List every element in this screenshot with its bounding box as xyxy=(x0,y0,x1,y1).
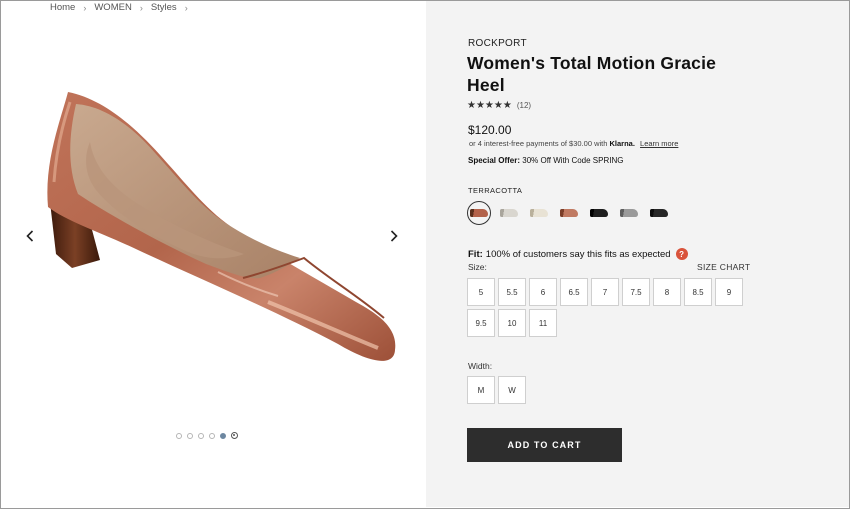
breadcrumb-home[interactable]: Home xyxy=(50,2,75,13)
offer-text: 30% Off With Code SPRING xyxy=(522,156,624,165)
shoe-thumbnail-icon xyxy=(560,209,578,217)
shoe-thumbnail-icon xyxy=(470,209,488,217)
star-rating-icon: ★★★★★ xyxy=(467,100,512,111)
chevron-right-icon: › xyxy=(139,2,143,13)
chevron-right-icon xyxy=(390,230,398,242)
klarna-installments: or 4 interest-free payments of $30.00 wi… xyxy=(469,139,678,148)
width-label: Width: xyxy=(468,361,493,371)
color-swatch[interactable] xyxy=(587,201,611,225)
size-option[interactable]: 8.5 xyxy=(684,278,712,306)
shoe-thumbnail-icon xyxy=(500,209,518,217)
size-label: Size: xyxy=(468,262,487,272)
product-rating[interactable]: ★★★★★ (12) xyxy=(467,100,531,111)
fit-label: Fit: xyxy=(468,248,483,260)
klarna-logo: Klarna. xyxy=(609,139,635,148)
help-icon[interactable]: ? xyxy=(675,248,688,260)
breadcrumb-women[interactable]: WOMEN xyxy=(94,2,131,13)
color-swatch[interactable] xyxy=(617,201,641,225)
color-swatch[interactable] xyxy=(467,201,491,225)
shoe-thumbnail-icon xyxy=(620,209,638,217)
carousel-dots xyxy=(176,432,238,439)
size-option[interactable]: 9.5 xyxy=(467,309,495,337)
color-swatch[interactable] xyxy=(527,201,551,225)
next-image-button[interactable] xyxy=(386,226,402,246)
product-title: Women's Total Motion Gracie Heel xyxy=(467,53,717,95)
chevron-right-icon: › xyxy=(83,2,87,13)
offer-label: Special Offer: xyxy=(468,156,521,165)
product-image xyxy=(47,92,396,361)
shoe-thumbnail-icon xyxy=(650,209,668,217)
size-option[interactable]: 5.5 xyxy=(498,278,526,306)
chevron-left-icon xyxy=(26,230,34,242)
selected-color-label: TERRACOTTA xyxy=(468,186,523,195)
breadcrumb-styles[interactable]: Styles xyxy=(151,2,177,13)
carousel-dot-active[interactable] xyxy=(220,432,226,439)
color-swatch[interactable] xyxy=(557,201,581,225)
size-option[interactable]: 6 xyxy=(529,278,557,306)
size-option[interactable]: 9 xyxy=(715,278,743,306)
width-options: MW xyxy=(467,376,526,404)
width-option[interactable]: M xyxy=(467,376,495,404)
color-swatches xyxy=(467,201,671,225)
add-to-cart-button[interactable]: ADD TO CART xyxy=(467,428,622,462)
learn-more-link[interactable]: Learn more xyxy=(640,139,678,148)
size-option[interactable]: 8 xyxy=(653,278,681,306)
color-swatch[interactable] xyxy=(497,201,521,225)
size-chart-link[interactable]: SIZE CHART xyxy=(697,262,750,272)
size-option[interactable]: 7.5 xyxy=(622,278,650,306)
fit-info: Fit: 100% of customers say this fits as … xyxy=(468,248,688,260)
special-offer: Special Offer: 30% Off With Code SPRING xyxy=(468,156,623,165)
chevron-right-icon: › xyxy=(184,2,188,13)
product-price: $120.00 xyxy=(468,123,512,137)
product-brand: ROCKPORT xyxy=(468,38,527,49)
zoom-view-icon[interactable] xyxy=(231,432,238,439)
shoe-thumbnail-icon xyxy=(530,209,548,217)
breadcrumb: Home › WOMEN › Styles › xyxy=(50,2,196,13)
size-option[interactable]: 6.5 xyxy=(560,278,588,306)
shoe-thumbnail-icon xyxy=(590,209,608,217)
review-count[interactable]: (12) xyxy=(517,101,531,110)
size-option[interactable]: 10 xyxy=(498,309,526,337)
size-option[interactable]: 7 xyxy=(591,278,619,306)
installments-text: or 4 interest-free payments of $30.00 wi… xyxy=(469,139,608,148)
size-option[interactable]: 11 xyxy=(529,309,557,337)
color-swatch[interactable] xyxy=(647,201,671,225)
width-option[interactable]: W xyxy=(498,376,526,404)
fit-text: 100% of customers say this fits as expec… xyxy=(485,248,671,260)
carousel-dot[interactable] xyxy=(209,432,215,439)
size-option[interactable]: 5 xyxy=(467,278,495,306)
carousel-dot[interactable] xyxy=(187,432,193,439)
carousel-dot[interactable] xyxy=(198,432,204,439)
size-options: 5 5.5 6 6.5 7 7.5 8 8.5 9 9.5 10 11 xyxy=(467,278,757,337)
previous-image-button[interactable] xyxy=(22,226,38,246)
carousel-dot[interactable] xyxy=(176,432,182,439)
